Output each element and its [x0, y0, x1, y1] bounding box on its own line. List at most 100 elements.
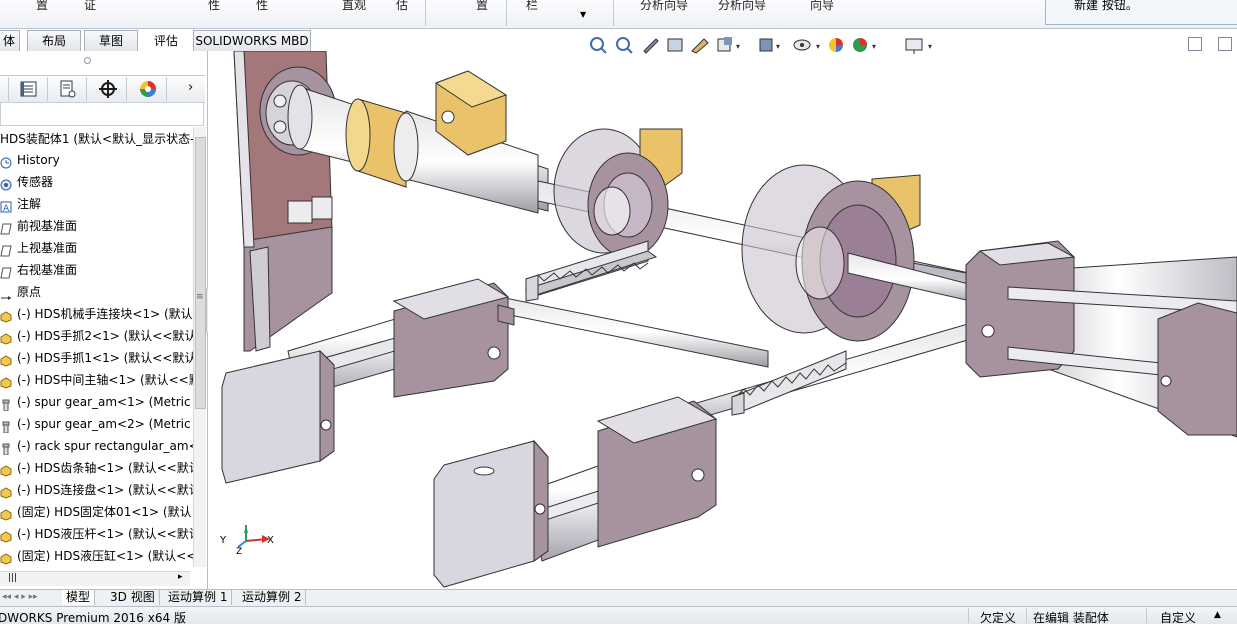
- tree-item-label: (-) HDS齿条轴<1> (默认<<默认: [17, 461, 193, 475]
- tree-item-label: (-) HDS连接盘<1> (默认<<默认: [17, 483, 193, 497]
- status-editing: 在编辑 装配体: [1033, 611, 1109, 625]
- ribbon-label[interactable]: 性: [256, 0, 268, 13]
- annotation-icon: A: [0, 198, 12, 214]
- ribbon-label[interactable]: 置: [476, 0, 488, 13]
- crosshair-icon: [99, 80, 117, 98]
- scroll-thumb[interactable]: [195, 137, 206, 409]
- status-separator: [1026, 608, 1027, 623]
- ribbon-label[interactable]: 栏: [526, 0, 538, 13]
- appearance-icon: [140, 81, 156, 97]
- status-separator: [1146, 608, 1147, 623]
- chevron-up-icon[interactable]: ▲: [1214, 610, 1221, 620]
- toolbox-icon: [0, 396, 12, 412]
- ribbon-label[interactable]: 证: [84, 0, 96, 13]
- tree-item-label: 注解: [17, 197, 42, 211]
- tree-item-label: (-) HDS手抓1<1> (默认<<默认: [17, 351, 193, 365]
- svg-text:▾: ▾: [872, 42, 876, 51]
- ribbon-label[interactable]: 性: [208, 0, 220, 13]
- tree-item-label: (-) HDS手抓2<1> (默认<<默认: [17, 329, 193, 343]
- tab-evaluate[interactable]: 评估: [141, 30, 191, 51]
- svg-text:▾: ▾: [928, 42, 932, 51]
- command-manager-ribbon: 置 证 性 性 直观 估 置 栏 ▼ 分析向导 分析向导 向导 新建 按钮。: [0, 0, 1237, 29]
- status-separator: [968, 608, 969, 623]
- panel-tab-toolbar: ›: [0, 75, 205, 103]
- origin-icon: [0, 286, 12, 300]
- chevron-right-icon[interactable]: ›: [188, 80, 193, 95]
- tab-body[interactable]: 体: [0, 30, 20, 51]
- ribbon-label[interactable]: 分析向导: [718, 0, 766, 13]
- tree-item-label: (-) rack spur rectangular_am<: [17, 439, 193, 453]
- tab-mbd[interactable]: SOLIDWORKS MBD: [193, 30, 311, 51]
- tree-vertical-scrollbar[interactable]: ≡: [193, 127, 206, 567]
- status-units-custom[interactable]: 自定义: [1160, 609, 1196, 626]
- plane-icon: [0, 242, 12, 257]
- tab-property-manager[interactable]: [48, 77, 87, 101]
- part-icon: [0, 374, 12, 389]
- ribbon-label[interactable]: 分析向导: [640, 0, 688, 13]
- tab-motion-study-2[interactable]: 运动算例 2: [238, 590, 307, 605]
- tab-3d-view[interactable]: 3D 视图: [106, 590, 160, 605]
- ribbon-label[interactable]: 置: [36, 0, 48, 13]
- dropdown-arrow-icon[interactable]: ▼: [580, 10, 586, 19]
- hydraulic-cylinder-bottom: [433, 396, 718, 588]
- tree-item-label: (-) HDS机械手连接块<1> (默认: [17, 307, 193, 321]
- svg-text:▾: ▾: [816, 42, 820, 51]
- feature-manager-panel: › HDS装配体1 (默认<默认_显示状态- History 传感器 A 注解前视基准…: [0, 51, 208, 589]
- tab-feature-manager[interactable]: [9, 77, 48, 101]
- status-app-name: DWORKS Premium 2016 x64 版: [0, 611, 186, 625]
- plane-icon: [0, 220, 12, 235]
- part-icon: [0, 352, 12, 367]
- part-icon: [0, 330, 12, 345]
- tree-root-label: HDS装配体1 (默认<默认_显示状态-: [0, 132, 195, 146]
- tab-model[interactable]: 模型: [62, 590, 96, 605]
- tree-item-label: 传感器: [17, 175, 54, 189]
- heads-up-toolbar: ▾ ▾ ▾ ▾ ▾: [588, 35, 948, 55]
- tab-display-manager[interactable]: [128, 77, 167, 101]
- plane-icon: [0, 264, 12, 279]
- triad-label-z: Z: [236, 547, 243, 557]
- tree-root[interactable]: HDS装配体1 (默认<默认_显示状态-: [0, 128, 194, 150]
- spur-gear-large: [741, 164, 921, 342]
- tree-horizontal-scrollbar[interactable]: ||| ▸: [0, 571, 190, 586]
- tree-item-label: (-) HDS液压杆<1> (默认<<默认: [17, 527, 193, 541]
- tree-filter-input[interactable]: [0, 102, 204, 126]
- tree-item-label: (固定) HDS液压缸<1> (默认<<: [17, 549, 193, 563]
- tab-motion-study-1[interactable]: 运动算例 1: [164, 590, 233, 605]
- part-icon: [0, 484, 12, 499]
- ribbon-separator: [425, 0, 426, 26]
- tab-configuration-manager[interactable]: [88, 77, 127, 101]
- view-tools-icons: ▾ ▾ ▾ ▾ ▾: [590, 37, 932, 54]
- tooltip-text: 新建 按钮。: [1074, 0, 1138, 12]
- ribbon-label[interactable]: 估: [396, 0, 408, 13]
- tab-underline: [196, 29, 208, 51]
- status-underdefined: 欠定义: [980, 611, 1017, 625]
- tab-layout[interactable]: 布局: [27, 30, 81, 51]
- tree-item-label: (固定) HDS固定体01<1> (默认<: [17, 505, 193, 519]
- tree-item-label: History: [17, 153, 60, 167]
- feature-tree: History 传感器 A 注解 前视基准面 上视基准面 右视基准面 原点 (-) HDS机械手…: [0, 149, 193, 591]
- tab-scroll-arrows[interactable]: ◂◂ ◂ ▸ ▸▸: [2, 592, 58, 604]
- tab-sketch[interactable]: 草图: [84, 30, 138, 51]
- ribbon-label[interactable]: 直观: [342, 0, 366, 13]
- history-icon: [0, 154, 12, 169]
- part-icon: [0, 308, 12, 323]
- panel-collapse-handle[interactable]: [84, 57, 91, 64]
- tree-item-label: 上视基准面: [17, 241, 78, 255]
- ribbon-label[interactable]: 向导: [810, 0, 834, 13]
- scroll-right-arrow-icon[interactable]: ▸: [178, 572, 183, 582]
- coordinate-triad: [237, 525, 270, 548]
- graphics-viewport[interactable]: Y X Z ▾ ▾ ▾ ▾ ▾: [208, 37, 1237, 589]
- scroll-grip-icon: ≡: [196, 292, 204, 302]
- panel-tab-partial[interactable]: [0, 77, 9, 101]
- tree-item-label: (-) spur gear_am<2> (Metric -: [17, 417, 193, 431]
- tree-item-label: (-) spur gear_am<1> (Metric -: [17, 395, 193, 409]
- viewport-restore-icon[interactable]: [1188, 37, 1202, 51]
- scroll-grip-icon: |||: [8, 573, 18, 583]
- toolbox-icon: [0, 418, 12, 434]
- tree-item-label: 前视基准面: [17, 219, 78, 233]
- toolbox-icon: [0, 440, 12, 456]
- part-icon: [0, 506, 12, 521]
- tree-item-label: 原点: [17, 285, 42, 299]
- property-icon: [60, 80, 76, 98]
- viewport-maximize-icon[interactable]: [1218, 37, 1232, 51]
